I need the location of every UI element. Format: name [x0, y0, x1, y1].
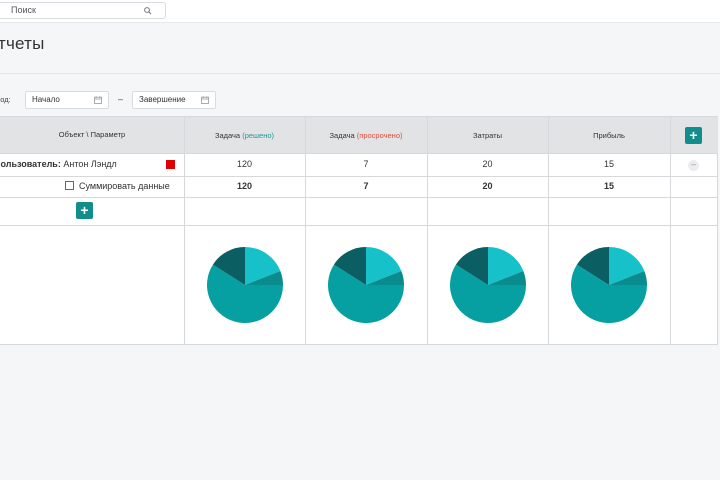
pie-chart-tasks-solved: [206, 247, 283, 323]
start-date-value: Начало: [32, 95, 60, 104]
header-label: Задача: [329, 131, 355, 140]
cell-value: 15: [603, 159, 614, 169]
column-divider: [184, 117, 185, 345]
row-divider: [0, 153, 718, 154]
end-date-value: Завершение: [139, 95, 186, 104]
calendar-icon[interactable]: [201, 96, 209, 104]
header-object-param: Объект \ Параметр: [58, 130, 126, 139]
column-divider: [305, 117, 306, 345]
row-divider: [0, 176, 718, 177]
column-divider: [670, 117, 671, 345]
row-divider: [0, 225, 718, 226]
row-divider: [0, 197, 718, 198]
period-label: иод:: [0, 95, 11, 104]
report-table: Объект \ Параметр Задача (решено) Задача…: [0, 116, 718, 345]
user-prefix: Пользователь:: [0, 159, 61, 169]
top-bar: Поиск: [0, 0, 720, 23]
column-divider: [548, 117, 549, 345]
pie-chart-costs: [450, 247, 526, 323]
sum-value: 120: [236, 181, 253, 191]
search-placeholder: Поиск: [11, 5, 36, 15]
header-qualifier: (решено): [242, 131, 275, 140]
divider: [0, 73, 720, 74]
header-costs[interactable]: Затраты: [427, 131, 548, 140]
cell-value: 120: [236, 159, 253, 169]
page-title: тчеты: [0, 34, 45, 53]
header-tasks-solved[interactable]: Задача (решено): [184, 131, 305, 140]
remove-row-button[interactable]: –: [688, 160, 699, 171]
sum-value: 15: [603, 181, 614, 191]
cell-value: 7: [363, 159, 369, 169]
pie-chart-tasks-overdue: [328, 247, 404, 323]
user-color-marker[interactable]: [166, 160, 175, 169]
pie-chart-profit: [571, 247, 647, 323]
search-icon[interactable]: [143, 6, 153, 16]
column-divider: [427, 117, 428, 345]
header-tasks-overdue[interactable]: Задача (просрочено): [305, 131, 427, 140]
search-input[interactable]: Поиск: [0, 2, 166, 19]
end-date-field[interactable]: Завершение: [132, 91, 216, 109]
period-separator: –: [118, 94, 124, 104]
header-profit[interactable]: Прибыль: [548, 131, 670, 140]
add-parameter-button[interactable]: +: [685, 127, 702, 144]
user-name[interactable]: Антон Лэндл: [63, 159, 116, 169]
user-row-label: Пользователь: Антон Лэндл: [0, 159, 117, 169]
sum-value: 20: [482, 181, 493, 191]
sum-data-checkbox[interactable]: [65, 181, 74, 190]
header-qualifier: (просрочено): [356, 131, 403, 140]
add-object-button[interactable]: +: [76, 202, 93, 219]
cell-value: 20: [482, 159, 493, 169]
sum-value: 7: [363, 181, 369, 191]
calendar-icon[interactable]: [94, 96, 102, 104]
sum-data-label: Суммировать данные: [79, 181, 170, 191]
start-date-field[interactable]: Начало: [25, 91, 109, 109]
header-label: Задача: [214, 131, 241, 140]
